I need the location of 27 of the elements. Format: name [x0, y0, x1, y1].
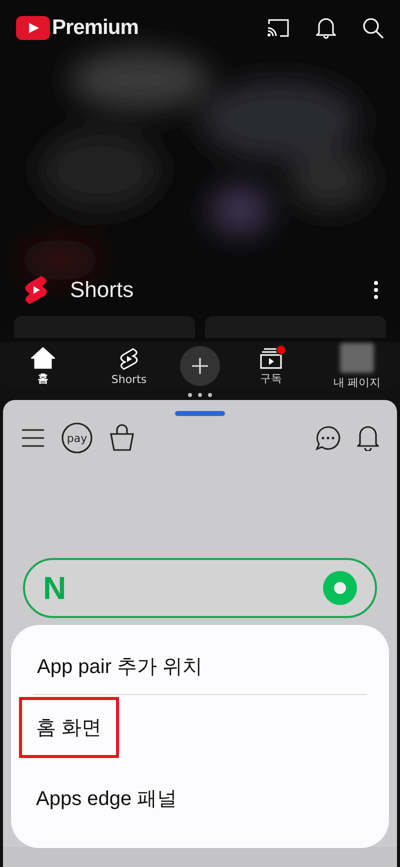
pay-icon[interactable]: pay: [61, 422, 93, 454]
shorts-icon: [118, 346, 140, 370]
logo-text: N: [43, 570, 66, 606]
nav-tab[interactable]: 구독: [236, 346, 306, 386]
cast-icon[interactable]: [266, 18, 290, 38]
avatar: [340, 342, 374, 372]
logo-text: Premium: [52, 16, 138, 40]
shelf-title: Shorts: [70, 277, 134, 303]
menu-option[interactable]: Apps edge 패널: [19, 768, 194, 829]
nav-tab[interactable]: 홈: [8, 346, 78, 386]
notifications-icon[interactable]: [357, 425, 379, 451]
play-logo-icon: [16, 16, 50, 40]
nav-tab[interactable]: 내 페이지: [322, 342, 392, 390]
shorts-logo-icon: [22, 274, 50, 306]
create-button[interactable]: [180, 346, 220, 386]
more-icon[interactable]: [374, 281, 378, 299]
search-icon[interactable]: [362, 17, 384, 39]
home-icon: [31, 346, 55, 368]
menu-option[interactable]: 홈 화면: [19, 697, 119, 758]
menu-icon[interactable]: [21, 428, 45, 448]
plus-icon: [191, 357, 209, 375]
shopping-bag-icon[interactable]: [109, 424, 135, 452]
chat-icon[interactable]: [315, 425, 341, 451]
nav-tab[interactable]: Shorts: [94, 346, 164, 386]
drag-handle[interactable]: [175, 411, 225, 416]
subscriptions-icon: [259, 346, 283, 368]
sheet-title: App pair 추가 위치: [36, 655, 204, 680]
